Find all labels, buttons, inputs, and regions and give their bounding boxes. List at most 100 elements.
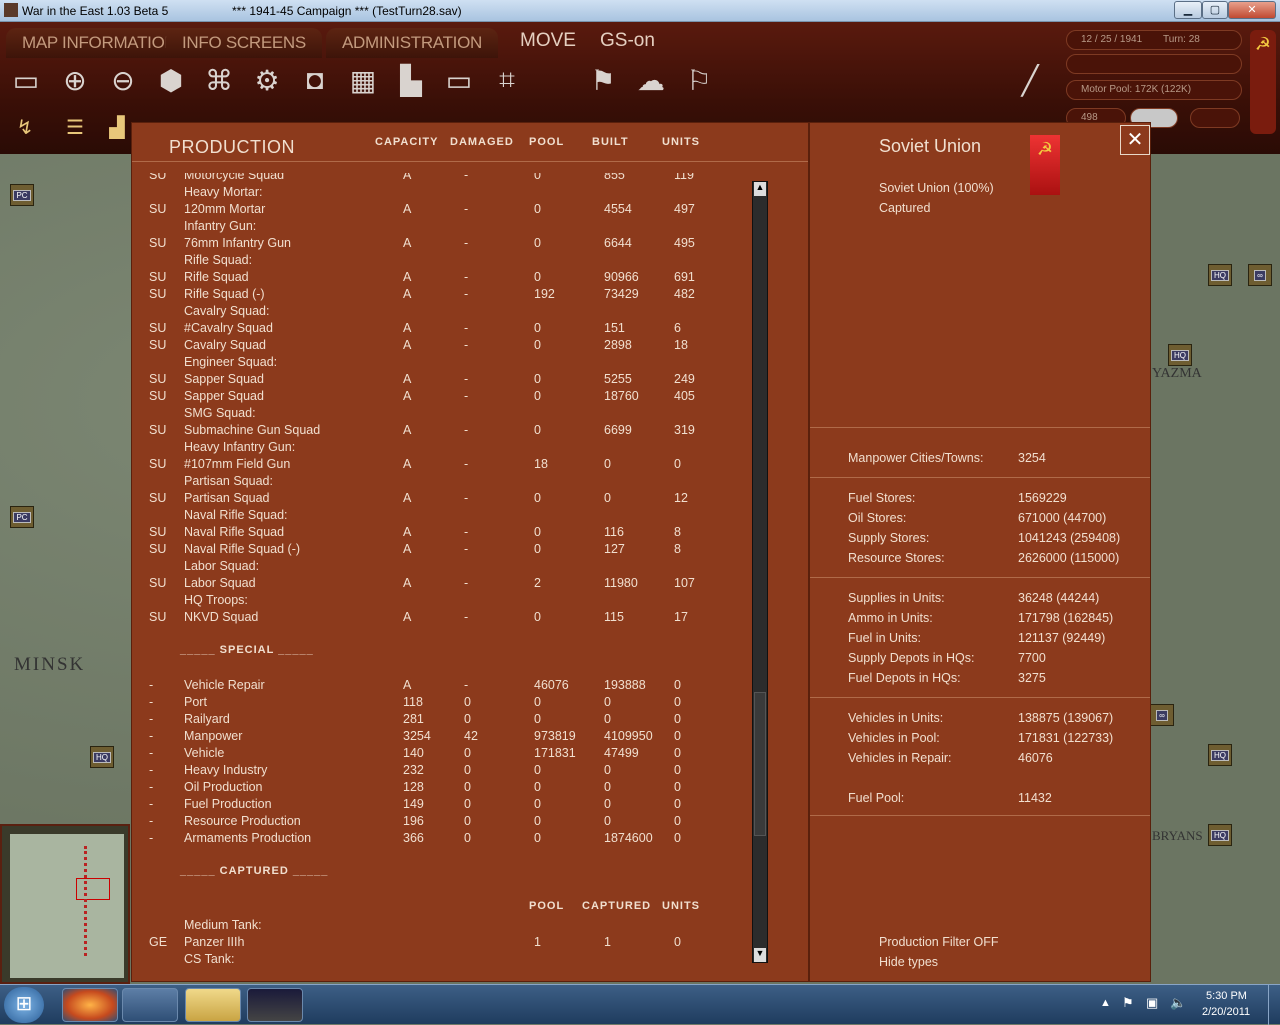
table-row[interactable]: - Manpower 3254 42 973819 4109950 0 <box>132 728 732 745</box>
menu-administration[interactable]: ADMINISTRATION <box>326 28 498 58</box>
show-desktop-button[interactable] <box>1268 985 1280 1025</box>
scroll-down-icon[interactable]: ▼ <box>754 948 766 962</box>
factory-small-icon[interactable]: ▟ <box>100 110 134 144</box>
route-icon[interactable]: ↯ <box>8 110 42 144</box>
table-row[interactable]: Medium Tank: <box>132 917 732 934</box>
table-row[interactable]: SU Motorcycle Squad A - 0 855 119 <box>132 173 732 184</box>
table-row[interactable]: SMG Squad: <box>132 405 732 422</box>
tray-flag-icon[interactable]: ⚑ <box>1122 995 1134 1011</box>
hide-types-toggle[interactable]: Hide types <box>879 955 938 969</box>
table-row[interactable]: SU Cavalry Squad A - 0 2898 18 <box>132 337 732 354</box>
table-row[interactable]: SU NKVD Squad A - 0 115 17 <box>132 609 732 626</box>
close-panel-button[interactable]: ✕ <box>1120 125 1150 155</box>
map-unit-marker[interactable]: HQ <box>1168 344 1192 366</box>
scroll-up-icon[interactable]: ▲ <box>754 182 766 196</box>
gs-toggle[interactable]: GS-on <box>600 30 655 52</box>
target-icon[interactable]: ⌗ <box>487 60 527 100</box>
table-row[interactable]: - Port 118 0 0 0 0 <box>132 694 732 711</box>
minimize-button[interactable]: ▁ <box>1174 1 1202 19</box>
table-row[interactable]: - Armaments Production 366 0 0 1874600 0 <box>132 830 732 847</box>
zoom-out-icon[interactable]: ⊖ <box>103 60 143 100</box>
table-row[interactable]: SU Labor Squad A - 2 11980 107 <box>132 575 732 592</box>
table-row[interactable]: Naval Rifle Squad: <box>132 507 732 524</box>
table-row[interactable]: - Oil Production 128 0 0 0 0 <box>132 779 732 796</box>
table-row[interactable]: SU #Cavalry Squad A - 0 151 6 <box>132 320 732 337</box>
rail-icon[interactable]: ☰ <box>58 110 92 144</box>
table-row[interactable]: Rifle Squad: <box>132 252 732 269</box>
rectangle-icon[interactable]: ▭ <box>439 60 479 100</box>
map-unit-marker[interactable]: HQ <box>1208 264 1232 286</box>
production-scrollbar[interactable]: ▲ ▼ <box>752 181 768 963</box>
table-row[interactable]: SU Submachine Gun Squad A - 0 6699 319 <box>132 422 732 439</box>
table-row[interactable]: Infantry Gun: <box>132 218 732 235</box>
minimap[interactable] <box>0 824 130 984</box>
factory-icon[interactable]: ▙ <box>391 60 431 100</box>
flag-icon[interactable]: ⚐ <box>679 60 719 100</box>
pen-icon[interactable]: ╱ <box>1010 60 1050 100</box>
table-row[interactable]: SU Partisan Squad A - 0 0 12 <box>132 490 732 507</box>
maximize-button[interactable]: ▢ <box>1202 1 1228 19</box>
table-row[interactable]: - Resource Production 196 0 0 0 0 <box>132 813 732 830</box>
table-row[interactable]: - Railyard 281 0 0 0 0 <box>132 711 732 728</box>
table-row[interactable]: SU Rifle Squad (-) A - 192 73429 482 <box>132 286 732 303</box>
weather-icon[interactable]: ☁ <box>631 60 671 100</box>
explorer-icon[interactable] <box>122 988 178 1022</box>
production-list[interactable]: SU Motorcycle Squad A - 0 855 119 Heavy Mortar:… <box>132 173 752 965</box>
table-row[interactable]: Labor Squad: <box>132 558 732 575</box>
table-row[interactable]: Heavy Mortar: <box>132 184 732 201</box>
table-row[interactable]: SU Naval Rifle Squad (-) A - 0 127 8 <box>132 541 732 558</box>
tray-volume-icon[interactable]: 🔈 <box>1170 995 1186 1011</box>
table-row[interactable]: SU 76mm Infantry Gun A - 0 6644 495 <box>132 235 732 252</box>
frame-icon[interactable]: ⌘ <box>199 60 239 100</box>
cell-units: 0 <box>674 729 681 743</box>
start-button[interactable]: ⊞ <box>4 987 44 1023</box>
map-unit-marker[interactable]: HQ <box>1208 744 1232 766</box>
table-row[interactable]: HQ Troops: <box>132 592 732 609</box>
chart-icon[interactable]: ▦ <box>343 60 383 100</box>
shape-icon[interactable]: ◘ <box>295 60 335 100</box>
mode-move[interactable]: MOVE <box>520 30 576 52</box>
table-row[interactable]: Heavy Infantry Gun: <box>132 439 732 456</box>
tray-network-icon[interactable]: ▣ <box>1146 995 1158 1011</box>
table-row[interactable]: - Vehicle 140 0 171831 47499 0 <box>132 745 732 762</box>
map-unit-marker[interactable]: ∞ <box>1248 264 1272 286</box>
firefox-icon[interactable] <box>62 988 118 1022</box>
table-row[interactable]: GE Panzer IIIh 1 1 0 <box>132 934 732 951</box>
close-window-button[interactable]: ✕ <box>1228 1 1276 19</box>
map-unit-marker[interactable]: PC <box>10 184 34 206</box>
table-row[interactable]: SU Sapper Squad A - 0 18760 405 <box>132 388 732 405</box>
production-filter-toggle[interactable]: Production Filter OFF <box>879 935 998 949</box>
tray-arrow-icon[interactable]: ▲ <box>1100 997 1111 1009</box>
table-row[interactable]: SU #107mm Field Gun A - 18 0 0 <box>132 456 732 473</box>
table-row[interactable]: SU 120mm Mortar A - 0 4554 497 <box>132 201 732 218</box>
table-row[interactable]: - Fuel Production 149 0 0 0 0 <box>132 796 732 813</box>
table-row[interactable]: - Heavy Industry 232 0 0 0 0 <box>132 762 732 779</box>
table-row[interactable]: SU Sapper Squad A - 0 5255 249 <box>132 371 732 388</box>
flag-arrow-icon[interactable]: ⚑ <box>583 60 623 100</box>
folder-icon[interactable] <box>185 988 241 1022</box>
clock-time[interactable]: 5:30 PM <box>1206 990 1247 1002</box>
table-row[interactable]: Cavalry Squad: <box>132 303 732 320</box>
menu-map-information[interactable]: MAP INFORMATION <box>6 28 193 58</box>
gear-icon[interactable]: ⚙ <box>247 60 287 100</box>
clock-date[interactable]: 2/20/2011 <box>1202 1006 1250 1018</box>
map-unit-marker[interactable]: PC <box>10 506 34 528</box>
menu-info-screens[interactable]: INFO SCREENS <box>166 28 322 58</box>
table-row[interactable]: Engineer Squad: <box>132 354 732 371</box>
table-row[interactable]: - Vehicle Repair A - 46076 193888 0 <box>132 677 732 694</box>
zoom-in-icon[interactable]: ⊕ <box>55 60 95 100</box>
cell-dmg: - <box>464 321 469 335</box>
scroll-thumb[interactable] <box>754 692 766 836</box>
map-unit-marker[interactable]: HQ <box>1208 824 1232 846</box>
table-row[interactable]: CS Tank: <box>132 951 732 965</box>
wite-app-icon[interactable] <box>247 988 303 1022</box>
cell-dmg: 0 <box>464 695 471 709</box>
table-row[interactable]: SU Naval Rifle Squad A - 0 116 8 <box>132 524 732 541</box>
map-unit-marker[interactable]: ∞ <box>1150 704 1174 726</box>
table-row[interactable]: SU Rifle Squad A - 0 90966 691 <box>132 269 732 286</box>
map-unit-marker[interactable]: HQ <box>90 746 114 768</box>
cell-units: 405 <box>674 389 695 403</box>
windows-icon[interactable]: ▭ <box>6 60 46 100</box>
table-row[interactable]: Partisan Squad: <box>132 473 732 490</box>
hex-icon[interactable]: ⬢ <box>151 60 191 100</box>
